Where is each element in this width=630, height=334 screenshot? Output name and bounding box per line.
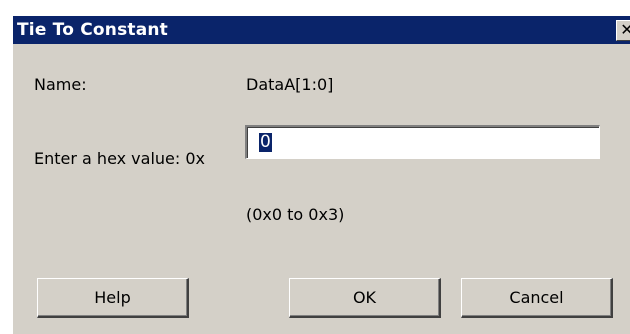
name-label: Name: bbox=[34, 75, 87, 94]
close-icon: ✕ bbox=[620, 20, 630, 39]
ok-button[interactable]: OK bbox=[289, 278, 441, 318]
dialog-title: Tie To Constant bbox=[17, 20, 169, 40]
hex-value-input[interactable]: 0 bbox=[245, 125, 600, 159]
close-button[interactable]: ✕ bbox=[616, 20, 630, 41]
help-button[interactable]: Help bbox=[37, 278, 189, 318]
name-value: DataA[1:0] bbox=[246, 75, 334, 94]
hex-value-label: Enter a hex value: 0x bbox=[34, 149, 206, 168]
range-hint: (0x0 to 0x3) bbox=[246, 205, 345, 224]
title-bar: Tie To Constant ✕ bbox=[13, 16, 630, 44]
tie-to-constant-dialog: Tie To Constant ✕ Name: DataA[1:0] Enter… bbox=[12, 16, 630, 334]
cancel-button[interactable]: Cancel bbox=[461, 278, 613, 318]
hex-value-text: 0 bbox=[259, 132, 272, 152]
